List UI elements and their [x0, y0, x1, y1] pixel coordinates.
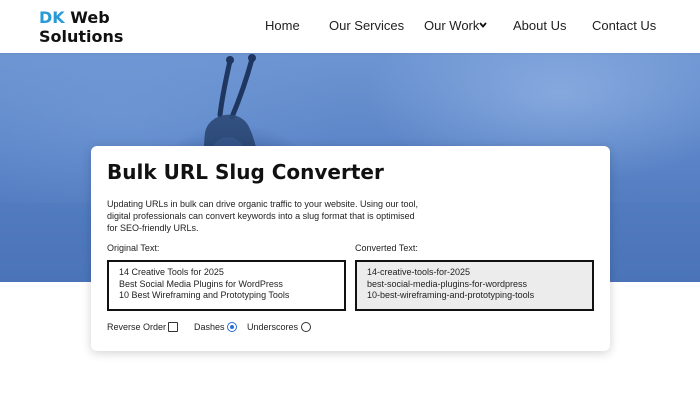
converted-text-output[interactable]: 14-creative-tools-for-2025 best-social-m…: [355, 260, 594, 311]
nav-our-services[interactable]: Our Services: [329, 18, 404, 33]
underscores-radio[interactable]: [301, 322, 311, 332]
tool-description: Updating URLs in bulk can drive organic …: [107, 199, 418, 233]
site-header: DK Web Solutions Home Our Services Our W…: [0, 0, 700, 53]
conversion-options: Reverse Order Dashes Underscores: [107, 322, 507, 336]
chevron-down-icon[interactable]: [479, 21, 487, 29]
slug-converter-card: Bulk URL Slug Converter Updating URLs in…: [91, 146, 610, 351]
reverse-order-checkbox[interactable]: [168, 322, 178, 332]
nav-contact-us[interactable]: Contact Us: [592, 18, 656, 33]
original-text-label: Original Text:: [107, 243, 160, 253]
underscores-label: Underscores: [247, 322, 299, 332]
tool-title: Bulk URL Slug Converter: [107, 160, 384, 184]
dashes-label: Dashes: [194, 322, 225, 332]
main-nav: Home Our Services Our Work About Us Cont…: [0, 0, 700, 53]
nav-our-work[interactable]: Our Work: [424, 18, 479, 33]
nav-about-us[interactable]: About Us: [513, 18, 566, 33]
reverse-order-label: Reverse Order: [107, 322, 167, 332]
nav-home[interactable]: Home: [265, 18, 300, 33]
original-text-input[interactable]: 14 Creative Tools for 2025 Best Social M…: [107, 260, 346, 311]
converted-text-label: Converted Text:: [355, 243, 418, 253]
dashes-radio[interactable]: [227, 322, 237, 332]
